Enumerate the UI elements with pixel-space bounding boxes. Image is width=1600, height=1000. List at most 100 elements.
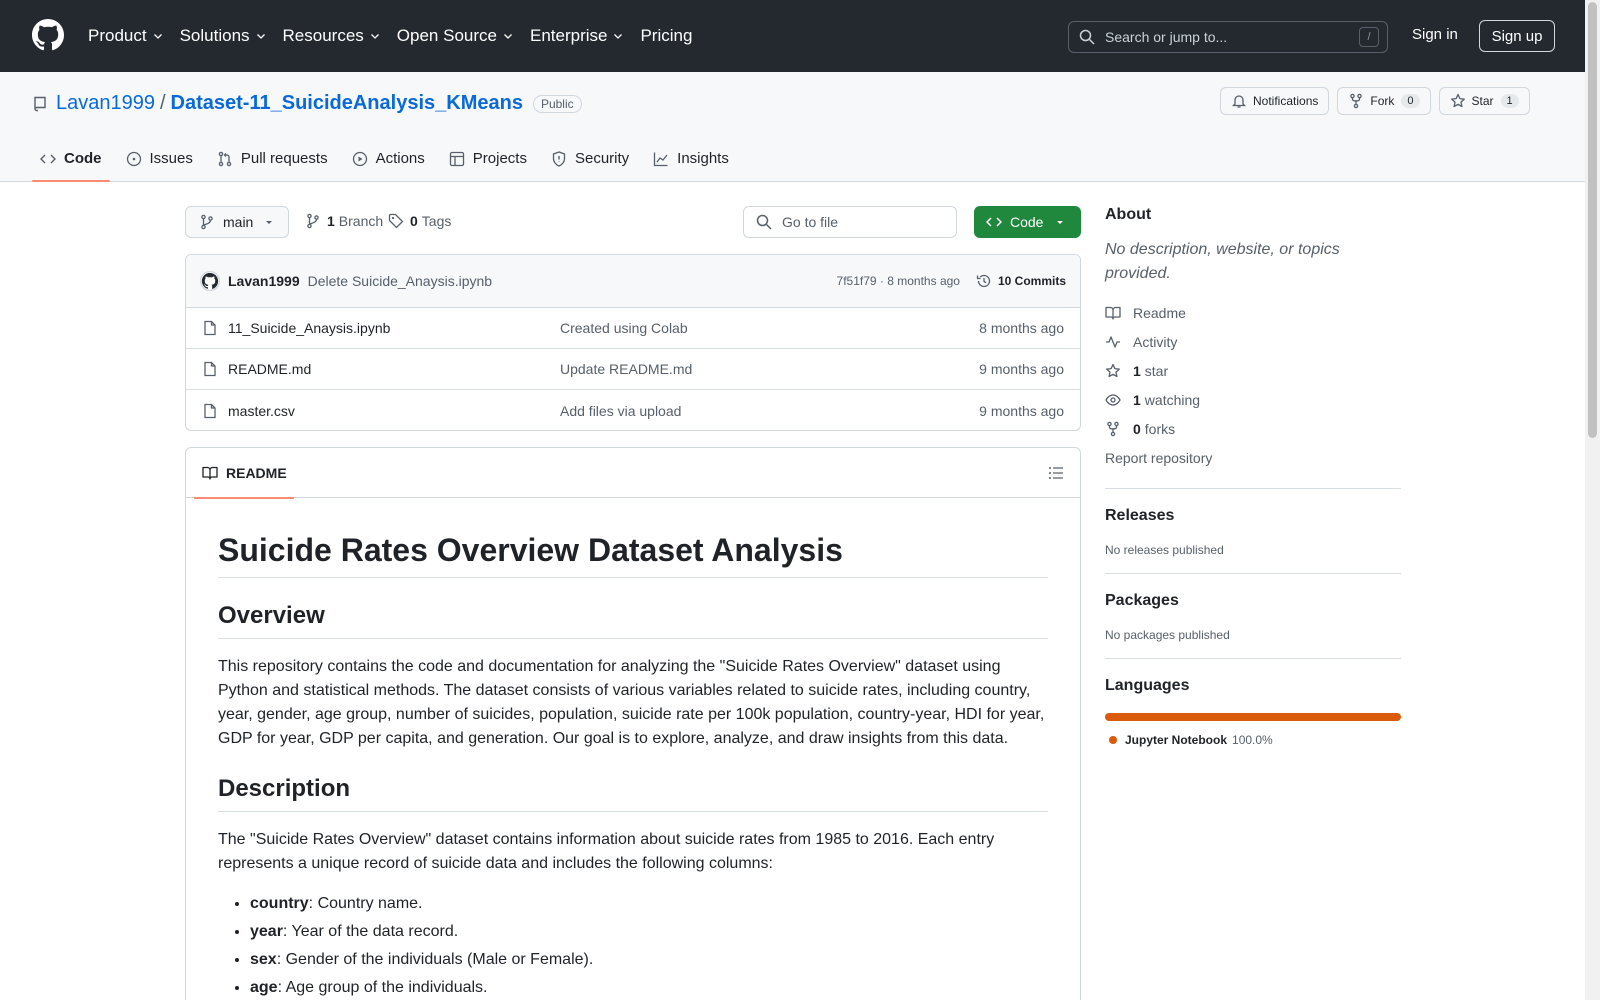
language-name: Jupyter Notebook <box>1125 733 1228 747</box>
file-commit-time: 9 months ago <box>979 361 1064 377</box>
chevron-down-icon <box>256 34 265 39</box>
branches-link[interactable]: 1 Branch <box>305 213 383 229</box>
table-row[interactable]: master.csv Add files via upload 9 months… <box>186 390 1080 430</box>
star-label: Star <box>1471 94 1494 108</box>
table-row[interactable]: 11_Suicide_Anaysis.ipynb Created using C… <box>186 308 1080 349</box>
page-scrollbar[interactable] <box>1585 0 1600 1000</box>
forks-link[interactable]: 0 forks <box>1105 414 1401 443</box>
about-heading: About <box>1105 206 1152 223</box>
notifications-button[interactable]: Notifications <box>1220 87 1330 115</box>
watching-link[interactable]: 1 watching <box>1105 385 1401 414</box>
caret-down-icon <box>1057 221 1064 224</box>
column-term: year <box>250 923 283 940</box>
latest-commit-bar: Lavan1999 Delete Suicide_Anaysis.ipynb 7… <box>186 255 1080 308</box>
table-row[interactable]: README.md Update README.md 9 months ago <box>186 349 1080 390</box>
signup-button[interactable]: Sign up <box>1479 20 1555 52</box>
list-item: country: Country name. <box>250 890 1048 918</box>
file-name[interactable]: README.md <box>228 361 560 377</box>
repo-tabs: Code Issues Pull requests Actions Projec… <box>32 135 745 182</box>
readme-content: Suicide Rates Overview Dataset Analysis … <box>186 532 1080 1000</box>
code-icon <box>986 217 1002 227</box>
repo-name-link[interactable]: Dataset-11_SuicideAnalysis_KMeans <box>171 92 523 115</box>
commits-count: 10 Commits <box>997 274 1066 288</box>
file-icon <box>204 403 216 418</box>
tab-pull-requests[interactable]: Pull requests <box>209 135 336 182</box>
star-count: 1 <box>1500 94 1519 108</box>
column-desc: : Country name. <box>308 895 423 912</box>
tab-code[interactable]: Code <box>32 135 110 182</box>
report-repository-link[interactable]: Report repository <box>1105 443 1401 472</box>
nav-enterprise[interactable]: Enterprise <box>530 26 624 46</box>
fork-button[interactable]: Fork 0 <box>1337 87 1431 115</box>
search-shortcut-key: / <box>1359 27 1379 47</box>
file-commit-message[interactable]: Update README.md <box>560 361 979 377</box>
nav-label: Pricing <box>640 26 693 45</box>
column-term: country <box>250 895 309 912</box>
readme-tab-label: README <box>226 465 287 481</box>
branch-select-button[interactable]: main <box>185 206 289 238</box>
readme-tab[interactable]: README <box>194 448 294 499</box>
star-button[interactable]: Star 1 <box>1438 87 1530 115</box>
scrollbar-thumb[interactable] <box>1588 2 1597 438</box>
language-item[interactable]: Jupyter Notebook 100.0% <box>1105 733 1401 747</box>
play-circle-icon <box>352 151 367 166</box>
tab-label: Pull requests <box>240 150 328 167</box>
tab-label: Insights <box>677 150 729 167</box>
file-name[interactable]: master.csv <box>228 403 560 419</box>
avatar[interactable] <box>200 271 220 291</box>
tags-link[interactable]: 0 Tags <box>388 213 451 229</box>
column-desc: : Age group of the individuals. <box>277 979 488 996</box>
commit-author[interactable]: Lavan1999 <box>228 273 300 289</box>
go-to-file-input[interactable]: Go to file <box>743 206 957 238</box>
commits-link[interactable]: 10 Commits <box>976 273 1066 289</box>
nav-open-source[interactable]: Open Source <box>397 26 514 46</box>
file-icon <box>204 361 216 377</box>
description-heading: Description <box>218 775 1048 812</box>
signin-link[interactable]: Sign in <box>1412 26 1458 43</box>
repo-icon <box>34 96 46 111</box>
nav-pricing[interactable]: Pricing <box>640 26 692 46</box>
top-nav: Product Solutions Resources Open Source … <box>88 0 708 72</box>
nav-solutions[interactable]: Solutions <box>180 26 267 46</box>
fork-icon <box>1350 93 1363 109</box>
repo-owner-link[interactable]: Lavan1999 <box>56 92 155 115</box>
language-percent: 100.0% <box>1232 733 1273 747</box>
code-dropdown-button[interactable]: Code <box>974 206 1081 238</box>
star-icon <box>1106 363 1120 377</box>
commit-message[interactable]: Delete Suicide_Anaysis.ipynb <box>308 273 837 289</box>
list-icon[interactable] <box>1048 465 1064 481</box>
tab-issues[interactable]: Issues <box>118 135 201 182</box>
pulse-icon <box>1106 335 1120 348</box>
graph-icon <box>654 152 668 166</box>
pull-request-icon <box>218 151 232 166</box>
tag-label: Tags <box>421 213 452 229</box>
about-list: Readme Activity 1 star 1 watching 0 fork… <box>1105 298 1401 472</box>
chevron-down-icon <box>614 34 623 39</box>
file-commit-message[interactable]: Add files via upload <box>560 403 979 419</box>
releases-heading[interactable]: Releases <box>1105 507 1401 525</box>
file-browser: Lavan1999 Delete Suicide_Anaysis.ipynb 7… <box>185 254 1081 431</box>
tab-security[interactable]: Security <box>543 135 637 182</box>
branch-icon <box>201 214 213 230</box>
activity-link[interactable]: Activity <box>1105 327 1401 356</box>
stars-label: star <box>1144 362 1169 379</box>
tab-insights[interactable]: Insights <box>645 135 737 182</box>
github-logo-icon[interactable] <box>32 19 64 51</box>
repo-actions: Notifications Fork 0 Star 1 <box>1220 87 1538 115</box>
visibility-badge: Public <box>532 94 582 113</box>
code-button-label: Code <box>1010 214 1044 230</box>
search-input[interactable]: Search or jump to... / <box>1068 21 1388 53</box>
tab-projects[interactable]: Projects <box>441 135 535 182</box>
forks-count: 0 <box>1133 420 1141 437</box>
book-icon <box>202 466 218 480</box>
stars-link[interactable]: 1 star <box>1105 356 1401 385</box>
packages-heading[interactable]: Packages <box>1105 592 1401 610</box>
tab-actions[interactable]: Actions <box>344 135 433 182</box>
column-desc: : Year of the data record. <box>282 923 459 940</box>
nav-product[interactable]: Product <box>88 26 164 46</box>
file-name[interactable]: 11_Suicide_Anaysis.ipynb <box>228 320 560 336</box>
nav-resources[interactable]: Resources <box>283 26 381 46</box>
file-commit-message[interactable]: Created using Colab <box>560 320 979 336</box>
commit-sha-time[interactable]: 7f51f79 · 8 months ago <box>837 274 960 288</box>
readme-link[interactable]: Readme <box>1105 298 1401 327</box>
